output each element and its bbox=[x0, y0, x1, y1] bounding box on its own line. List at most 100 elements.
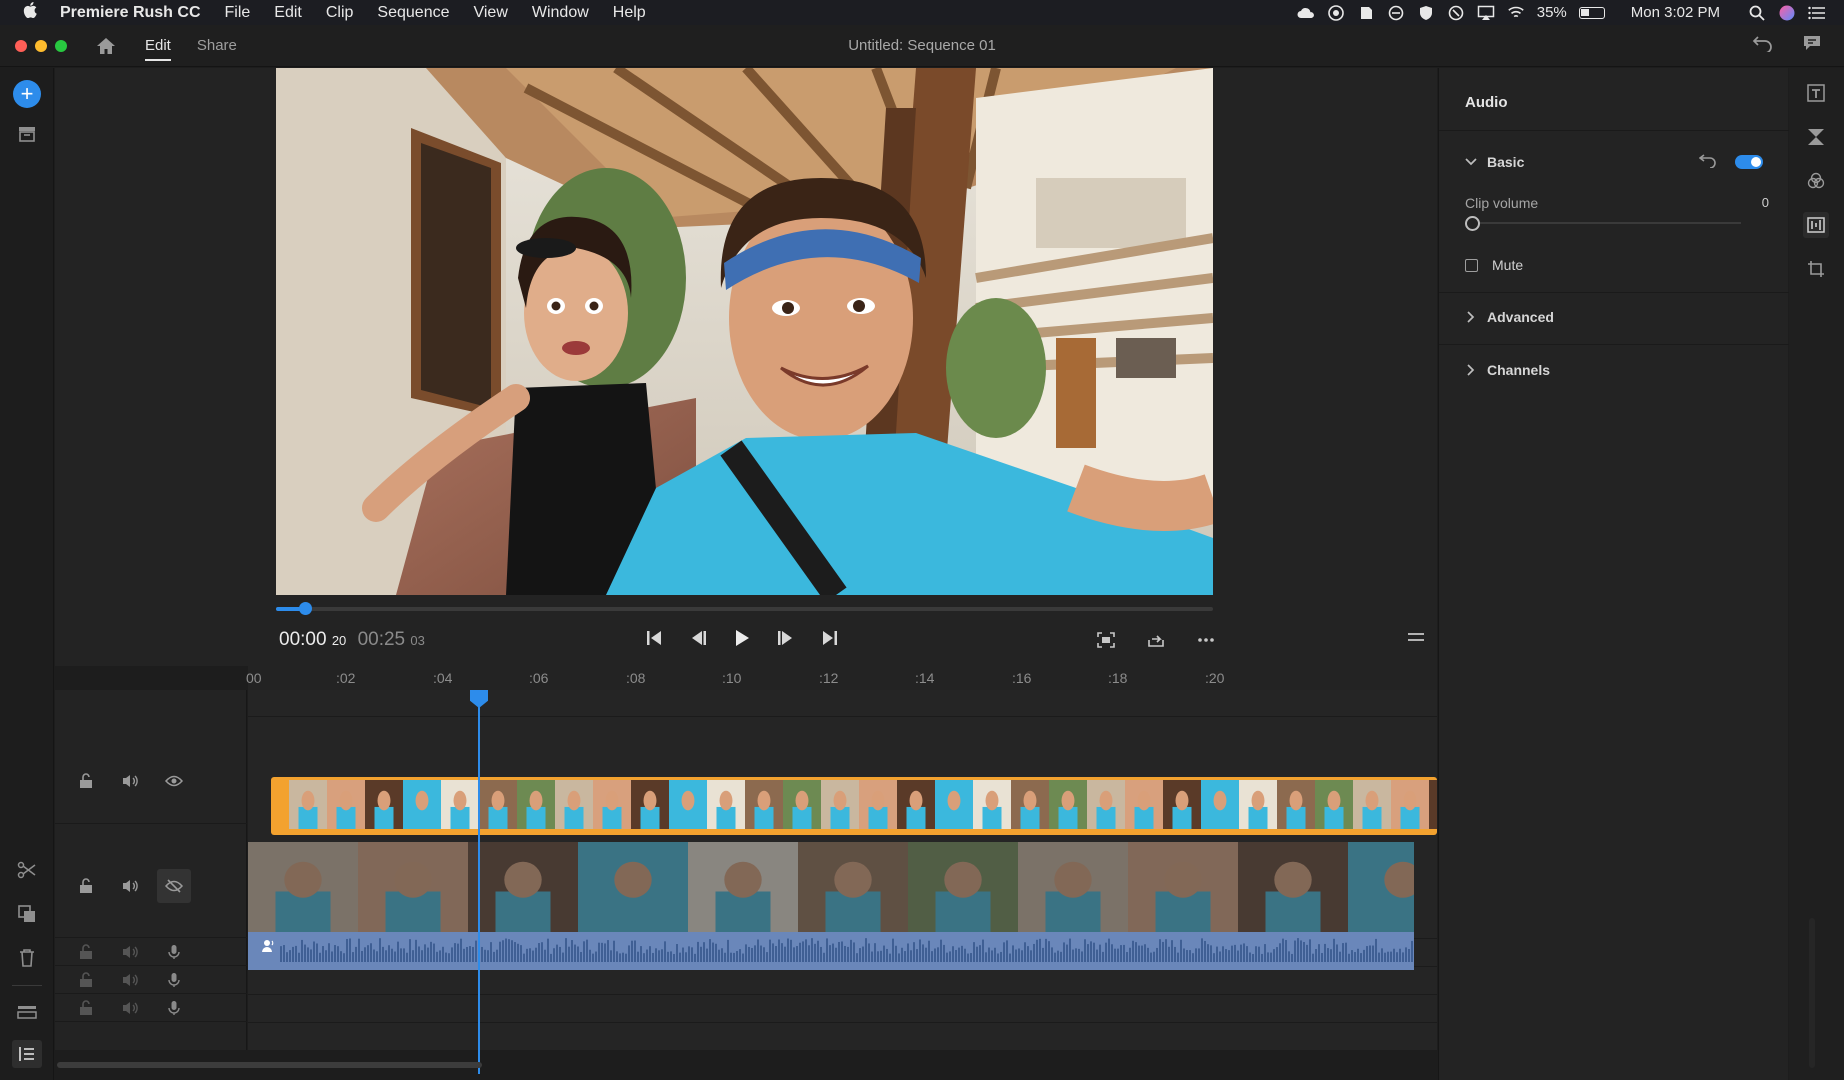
unlock-icon[interactable] bbox=[77, 772, 95, 790]
mute-checkbox[interactable] bbox=[1465, 258, 1478, 272]
cloud-sync-icon[interactable] bbox=[1387, 5, 1405, 21]
add-media-button[interactable]: + bbox=[13, 80, 41, 108]
unlock-icon[interactable] bbox=[77, 943, 95, 961]
color-icon[interactable] bbox=[1803, 168, 1829, 194]
section-advanced-header[interactable]: Advanced bbox=[1465, 309, 1554, 325]
speaker-icon[interactable] bbox=[121, 772, 139, 790]
waveform-bar bbox=[280, 946, 282, 962]
audio-settings-icon[interactable] bbox=[1803, 212, 1829, 238]
menu-app-name[interactable]: Premiere Rush CC bbox=[60, 4, 213, 22]
evernote-icon[interactable] bbox=[1357, 5, 1375, 21]
thumbnail-frame bbox=[935, 780, 973, 829]
timeline-horizontal-scrollbar[interactable] bbox=[57, 1062, 482, 1068]
home-icon[interactable] bbox=[95, 36, 117, 56]
transitions-icon[interactable] bbox=[1803, 124, 1829, 150]
delete-icon[interactable] bbox=[13, 944, 41, 972]
menu-edit[interactable]: Edit bbox=[262, 4, 314, 22]
time-ruler[interactable]: 00 :02 :04 :06 :08 :10 :12 :14 :16 :18 :… bbox=[246, 666, 1437, 690]
search-icon[interactable] bbox=[1748, 5, 1766, 21]
reset-icon[interactable] bbox=[1698, 152, 1719, 172]
video-preview-frame[interactable] bbox=[276, 68, 1213, 595]
waveform-bar bbox=[1195, 948, 1197, 962]
unlock-icon[interactable] bbox=[77, 971, 95, 989]
preview-scrubber[interactable] bbox=[276, 602, 1213, 615]
minimize-window-button[interactable] bbox=[35, 39, 47, 52]
thumbnail-frame bbox=[821, 780, 859, 829]
wifi-icon[interactable] bbox=[1507, 5, 1525, 21]
scrubber-handle[interactable] bbox=[299, 602, 313, 615]
siri-icon[interactable] bbox=[1778, 5, 1796, 21]
app-titlebar: Edit Share Untitled: Sequence 01 bbox=[0, 25, 1844, 67]
menu-clip[interactable]: Clip bbox=[314, 4, 366, 22]
speaker-icon[interactable] bbox=[121, 971, 139, 989]
section-channels-header[interactable]: Channels bbox=[1465, 362, 1550, 378]
unlock-icon[interactable] bbox=[77, 877, 95, 895]
more-options-icon[interactable] bbox=[1193, 627, 1219, 653]
apple-menu-icon[interactable] bbox=[0, 2, 60, 23]
messaging-icon[interactable] bbox=[1327, 4, 1345, 21]
fit-frame-icon[interactable] bbox=[1093, 627, 1119, 653]
menu-sequence[interactable]: Sequence bbox=[365, 4, 461, 22]
undo-icon[interactable] bbox=[1752, 34, 1774, 57]
track-area[interactable] bbox=[248, 690, 1437, 1074]
clip-volume-slider-track[interactable] bbox=[1473, 222, 1741, 224]
duplicate-clip-icon[interactable] bbox=[13, 900, 41, 928]
go-to-end-icon[interactable] bbox=[817, 625, 843, 651]
hide-track-button[interactable] bbox=[157, 869, 191, 903]
step-back-icon[interactable] bbox=[685, 625, 711, 651]
clip-audio-waveform[interactable] bbox=[248, 932, 1414, 970]
menu-window[interactable]: Window bbox=[520, 4, 601, 22]
eye-icon[interactable] bbox=[165, 772, 183, 790]
main-video-clip[interactable] bbox=[248, 842, 1414, 932]
menubar-clock[interactable]: Mon 3:02 PM bbox=[1631, 4, 1720, 21]
tab-share[interactable]: Share bbox=[197, 25, 237, 67]
zoom-window-button[interactable] bbox=[55, 39, 67, 52]
microphone-icon[interactable] bbox=[165, 999, 183, 1017]
speaker-icon[interactable] bbox=[121, 943, 139, 961]
microphone-icon[interactable] bbox=[165, 971, 183, 989]
clip-volume-value[interactable]: 0 bbox=[1755, 195, 1769, 210]
timeline-view-icon[interactable] bbox=[12, 1040, 42, 1068]
speaker-icon[interactable] bbox=[121, 877, 139, 895]
play-icon[interactable] bbox=[729, 625, 755, 651]
close-window-button[interactable] bbox=[15, 39, 27, 52]
menu-view[interactable]: View bbox=[461, 4, 519, 22]
spotlight-alt-icon[interactable] bbox=[1447, 5, 1465, 21]
feedback-icon[interactable] bbox=[1802, 34, 1822, 57]
panel-menu-icon[interactable] bbox=[1407, 630, 1429, 652]
step-forward-icon[interactable] bbox=[773, 625, 799, 651]
split-clip-icon[interactable] bbox=[13, 856, 41, 884]
basic-enable-toggle[interactable] bbox=[1735, 155, 1763, 169]
speaker-icon[interactable] bbox=[121, 999, 139, 1017]
playhead-handle[interactable] bbox=[470, 690, 488, 708]
notification-center-icon[interactable] bbox=[1808, 5, 1826, 21]
track-controls-icon[interactable] bbox=[13, 998, 41, 1026]
crop-transform-icon[interactable] bbox=[1803, 256, 1829, 282]
waveform-bar bbox=[1234, 944, 1236, 962]
titles-icon[interactable] bbox=[1803, 80, 1829, 106]
waveform-bar bbox=[325, 950, 327, 962]
waveform-bar bbox=[832, 943, 834, 962]
waveform-bar bbox=[949, 951, 951, 962]
shield-icon[interactable] bbox=[1417, 5, 1435, 21]
waveform-bar bbox=[1345, 942, 1347, 962]
section-basic-header[interactable]: Basic bbox=[1465, 154, 1524, 170]
go-to-start-icon[interactable] bbox=[641, 625, 667, 651]
tab-edit[interactable]: Edit bbox=[145, 25, 171, 67]
airplay-icon[interactable] bbox=[1477, 5, 1495, 21]
overlay-video-clip[interactable] bbox=[271, 777, 1437, 835]
project-browser-icon[interactable] bbox=[13, 120, 41, 148]
mute-row[interactable]: Mute bbox=[1465, 257, 1523, 273]
left-toolbar: + bbox=[0, 68, 54, 1080]
menu-file[interactable]: File bbox=[213, 4, 263, 22]
export-frame-icon[interactable] bbox=[1143, 627, 1169, 653]
clip-volume-slider-handle[interactable] bbox=[1465, 216, 1480, 231]
properties-scrollbar[interactable] bbox=[1809, 918, 1815, 1068]
waveform-bar bbox=[622, 952, 624, 962]
menu-help[interactable]: Help bbox=[601, 4, 658, 22]
battery-icon[interactable] bbox=[1578, 6, 1605, 19]
microphone-icon[interactable] bbox=[165, 943, 183, 961]
creative-cloud-icon[interactable] bbox=[1297, 5, 1315, 21]
playhead-line[interactable] bbox=[470, 690, 488, 1074]
unlock-icon[interactable] bbox=[77, 999, 95, 1017]
